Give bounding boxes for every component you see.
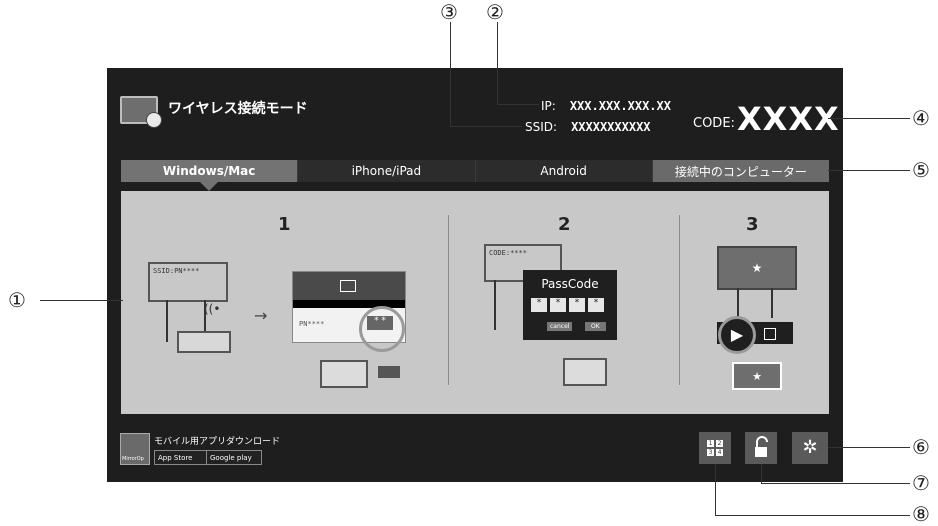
- code-value: XXXX: [737, 100, 840, 138]
- passcode-digit: *: [531, 298, 547, 312]
- arrow-icon: →: [254, 306, 268, 325]
- app-store-badge[interactable]: App Store: [154, 450, 208, 465]
- tab-connected-computers[interactable]: 接続中のコンピューター: [652, 160, 829, 182]
- settings-button[interactable]: ✲: [792, 432, 828, 464]
- callout-line: [497, 104, 539, 105]
- cast-icon: [340, 280, 356, 292]
- passcode-digit: *: [550, 298, 566, 312]
- ssid-row: SSID: XXXXXXXXXXX: [525, 120, 651, 134]
- wireless-mode-icon: [120, 96, 162, 128]
- callout-line: [450, 126, 522, 127]
- callout-8: ⑧: [912, 502, 930, 526]
- code-text: CODE:****: [489, 249, 527, 257]
- star-icon: ★: [751, 261, 763, 275]
- google-play-badge[interactable]: Google play: [206, 450, 262, 465]
- layout-cell: 2: [716, 440, 723, 447]
- step-divider: [448, 215, 449, 385]
- board-stand: [737, 288, 739, 318]
- instruction-panel: [121, 191, 829, 414]
- ssid-text: SSID:PN****: [153, 267, 200, 275]
- code-label: CODE:: [693, 116, 735, 131]
- ip-value: XXX.XXX.XXX.XX: [569, 99, 671, 113]
- laptop-illustration: [320, 360, 368, 388]
- callout-line: [450, 22, 451, 126]
- tab-windows-mac[interactable]: Windows/Mac: [121, 160, 299, 182]
- laptop-illustration: [177, 331, 231, 353]
- tab-android[interactable]: Android: [475, 160, 653, 182]
- step-number-1: 1: [278, 214, 291, 235]
- board-stand: [166, 300, 168, 342]
- callout-7: ⑦: [912, 471, 930, 495]
- wifi-icon: ((•: [204, 302, 221, 316]
- callout-6: ⑥: [912, 435, 930, 459]
- callout-line: [40, 300, 123, 301]
- connect-popup-illustration: PN**** * *: [292, 271, 406, 352]
- laptop-illustration: [563, 358, 607, 386]
- star-icon: ★: [752, 369, 762, 383]
- callout-2: ②: [486, 0, 504, 24]
- display-layout-button[interactable]: 1 2 3 4: [699, 432, 731, 464]
- display-board-illustration: SSID:PN****: [148, 262, 228, 302]
- usb-dongle-icon: [378, 366, 400, 378]
- layout-cell: 3: [707, 449, 714, 456]
- step-divider: [679, 215, 680, 385]
- highlight-circle: [359, 306, 405, 352]
- ssid-label: SSID:: [525, 120, 558, 134]
- callout-line: [761, 483, 910, 484]
- tab-bar: Windows/Mac iPhone/iPad Android 接続中のコンピュ…: [121, 160, 829, 182]
- callout-line: [828, 118, 910, 119]
- callout-4: ④: [912, 106, 930, 130]
- ssid-value: XXXXXXXXXXX: [571, 120, 651, 134]
- passcode-dialog-illustration: PassCode * * * * cancel OK: [523, 270, 617, 340]
- callout-5: ⑤: [912, 158, 930, 182]
- mirrorop-app-icon: MirrorOp: [120, 433, 150, 465]
- mode-title: ワイヤレス接続モード: [168, 101, 308, 117]
- ok-button-illustration: OK: [585, 322, 606, 331]
- callout-line: [828, 447, 910, 448]
- googleplay-label: Google play: [210, 453, 252, 462]
- cancel-button-illustration: cancel: [547, 322, 573, 331]
- layout-cell: 1: [707, 440, 714, 447]
- callout-line: [497, 22, 498, 104]
- callout-line: [828, 170, 910, 171]
- laptop-illustration: ★: [732, 362, 782, 390]
- step-number-2: 2: [558, 214, 571, 235]
- grid-icon: [764, 328, 776, 340]
- mobile-download-label: モバイル用アプリダウンロード: [154, 437, 281, 447]
- board-stand: [771, 288, 773, 318]
- board-stand: [494, 280, 496, 330]
- passcode-digit-row: * * * *: [531, 298, 604, 312]
- unlock-icon: [755, 436, 768, 457]
- callout-line: [761, 464, 762, 483]
- passcode-digit: *: [569, 298, 585, 312]
- callout-1: ①: [8, 288, 26, 312]
- callout-line: [715, 464, 716, 515]
- callout-3: ③: [440, 0, 458, 24]
- step-number-3: 3: [746, 214, 759, 235]
- display-board-illustration: ★: [717, 246, 797, 290]
- ip-row: IP: XXX.XXX.XXX.XX: [541, 99, 671, 113]
- callout-line: [715, 515, 910, 516]
- passcode-digit: *: [588, 298, 604, 312]
- ip-label: IP:: [541, 99, 556, 113]
- play-icon: ▶: [718, 316, 756, 354]
- mirrorop-label: MirrorOp: [122, 456, 144, 462]
- appstore-label: App Store: [158, 453, 193, 462]
- passcode-title: PassCode: [541, 277, 599, 291]
- active-tab-caret: [200, 182, 218, 191]
- pn-text: PN****: [299, 320, 325, 328]
- tab-iphone-ipad[interactable]: iPhone/iPad: [298, 160, 476, 182]
- gear-icon: ✲: [802, 437, 818, 458]
- lock-button[interactable]: [745, 432, 777, 464]
- layout-cell: 4: [716, 449, 723, 456]
